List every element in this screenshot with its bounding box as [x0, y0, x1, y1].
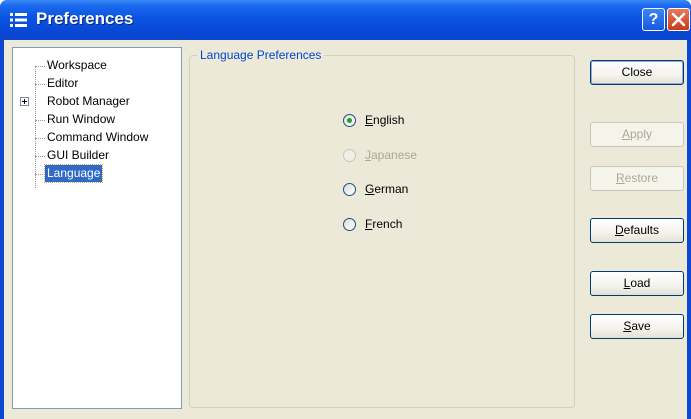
- close-button[interactable]: Close: [590, 60, 684, 85]
- defaults-button[interactable]: Defaults: [590, 218, 684, 243]
- button-label: Close: [621, 65, 653, 79]
- save-button[interactable]: Save: [590, 314, 684, 339]
- radio-label: Japanese: [365, 148, 418, 162]
- preferences-window: Preferences ? Workspace Editor Robot Man…: [0, 0, 691, 419]
- tree-item-label: Workspace: [47, 58, 107, 72]
- tree-item-label: Editor: [47, 76, 79, 90]
- tree-item-label: Language: [43, 164, 104, 183]
- expand-icon[interactable]: [20, 97, 29, 106]
- radio-circle: [343, 149, 356, 162]
- apply-button[interactable]: Apply: [590, 122, 684, 147]
- radio-label: French: [365, 217, 403, 231]
- radio-circle[interactable]: [343, 183, 356, 196]
- close-window-button[interactable]: [667, 8, 690, 31]
- button-label: Load: [623, 276, 651, 290]
- preferences-tree[interactable]: Workspace Editor Robot Manager Run Windo…: [12, 47, 182, 409]
- app-menu-icon[interactable]: [9, 11, 29, 29]
- radio-selected-dot: [347, 118, 352, 123]
- tree-connector: [35, 84, 45, 85]
- button-label: Restore: [615, 171, 659, 185]
- group-legend: Language Preferences: [197, 48, 325, 62]
- restore-button[interactable]: Restore: [590, 166, 684, 191]
- tree-item-label: Robot Manager: [47, 94, 130, 108]
- button-label: Apply: [621, 127, 653, 141]
- tree-connector: [35, 138, 45, 139]
- tree-item-label: GUI Builder: [47, 148, 110, 162]
- load-button[interactable]: Load: [590, 271, 684, 296]
- radio-label: German: [365, 182, 409, 196]
- tree-item-label: Run Window: [47, 112, 116, 126]
- button-label: Defaults: [614, 223, 660, 237]
- tree-connector: [35, 156, 45, 157]
- help-button[interactable]: ?: [642, 8, 665, 31]
- tree-connector: [35, 120, 45, 121]
- tree-connector: [35, 174, 45, 175]
- radio-label: English: [365, 113, 405, 127]
- tree-item-label: Command Window: [47, 130, 149, 144]
- button-label: Save: [623, 319, 651, 333]
- radio-circle[interactable]: [343, 218, 356, 231]
- title-bar[interactable]: Preferences ?: [0, 0, 691, 42]
- tree-connector: [35, 66, 45, 67]
- window-title: Preferences: [36, 9, 134, 28]
- radio-circle[interactable]: [343, 114, 356, 127]
- help-icon: ?: [648, 11, 659, 28]
